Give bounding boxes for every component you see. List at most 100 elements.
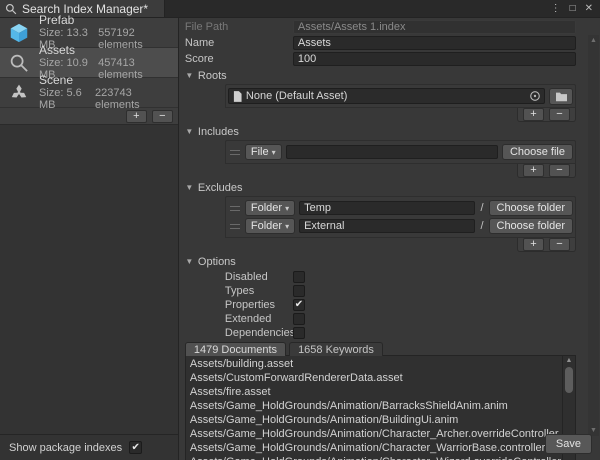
excludes-foldout[interactable]: ▼ Excludes bbox=[185, 180, 576, 195]
choose-folder-button[interactable]: Choose folder bbox=[489, 218, 574, 234]
choose-folder-button[interactable]: Choose folder bbox=[489, 200, 574, 216]
disabled-checkbox[interactable] bbox=[293, 271, 305, 283]
document-row[interactable]: Assets/Game_HoldGrounds/Animation/Charac… bbox=[186, 427, 561, 441]
scroll-up-icon[interactable]: ▲ bbox=[590, 37, 597, 44]
exclude-row: Folder ▾ / Choose folder bbox=[228, 199, 573, 217]
exclude-type-dropdown[interactable]: Folder ▾ bbox=[245, 218, 295, 234]
drag-handle-icon[interactable] bbox=[230, 224, 240, 229]
folder-icon bbox=[555, 91, 568, 102]
score-field[interactable] bbox=[293, 52, 576, 66]
option-label: Dependencies bbox=[225, 327, 293, 339]
document-row[interactable]: Assets/Game_HoldGrounds/Animation/Charac… bbox=[186, 455, 561, 460]
prefab-cube-icon bbox=[7, 21, 31, 45]
excludes-footer: + − bbox=[185, 238, 576, 252]
panel-footer: Save bbox=[545, 434, 592, 454]
panel-scrollbar[interactable]: ▲ ▼ bbox=[588, 35, 599, 436]
excludes-list: Folder ▾ / Choose folder Folder ▾ / Choo bbox=[225, 196, 576, 238]
sidebar-item-scene[interactable]: Scene Size: 5.6 MB 223743 elements bbox=[0, 78, 178, 108]
chevron-down-icon: ▾ bbox=[272, 148, 276, 157]
window-menu-icon[interactable]: ⋮ bbox=[551, 4, 561, 14]
exclude-type-dropdown[interactable]: Folder ▾ bbox=[245, 200, 295, 216]
show-package-indexes-checkbox[interactable]: ✔ bbox=[129, 441, 142, 454]
remove-exclude-button[interactable]: − bbox=[549, 238, 570, 251]
root-object-field[interactable]: None (Default Asset) bbox=[228, 88, 545, 104]
document-row[interactable]: Assets/building.asset bbox=[186, 357, 561, 371]
close-icon[interactable]: ✕ bbox=[585, 4, 593, 14]
add-include-button[interactable]: + bbox=[523, 164, 544, 177]
choose-file-button[interactable]: Choose file bbox=[502, 144, 573, 160]
document-row[interactable]: Assets/CustomForwardRendererData.asset bbox=[186, 371, 561, 385]
includes-list: File ▾ Choose file bbox=[225, 140, 576, 164]
document-row[interactable]: Assets/Game_HoldGrounds/Animation/Charac… bbox=[186, 441, 561, 455]
document-row[interactable]: Assets/Game_HoldGrounds/Animation/Buildi… bbox=[186, 413, 561, 427]
types-checkbox[interactable] bbox=[293, 285, 305, 297]
remove-include-button[interactable]: − bbox=[549, 164, 570, 177]
sidebar-empty-area bbox=[0, 125, 178, 434]
include-row: File ▾ Choose file bbox=[228, 143, 573, 161]
exclude-type-value: Folder bbox=[251, 220, 282, 232]
excludes-title: Excludes bbox=[198, 182, 243, 194]
extended-checkbox[interactable] bbox=[293, 313, 305, 325]
add-index-button[interactable]: + bbox=[126, 110, 147, 123]
file-path-field bbox=[293, 20, 576, 34]
maximize-icon[interactable]: □ bbox=[570, 4, 576, 14]
properties-checkbox[interactable]: ✔ bbox=[293, 299, 305, 311]
dependencies-checkbox[interactable] bbox=[293, 327, 305, 339]
add-root-button[interactable]: + bbox=[523, 108, 544, 121]
drag-handle-icon[interactable] bbox=[230, 150, 240, 155]
root-object-value: None (Default Asset) bbox=[246, 90, 348, 102]
roots-foldout[interactable]: ▼ Roots bbox=[185, 68, 576, 83]
remove-index-button[interactable]: − bbox=[152, 110, 173, 123]
include-path-field[interactable] bbox=[286, 145, 498, 159]
sidebar-footer: Show package indexes ✔ bbox=[0, 434, 178, 460]
search-index-icon bbox=[7, 51, 31, 75]
include-type-value: File bbox=[251, 146, 269, 158]
score-row: Score bbox=[185, 52, 576, 66]
tab-documents[interactable]: 1479 Documents bbox=[185, 342, 286, 356]
search-index-manager-window: Search Index Manager* ⋮ □ ✕ Prefab bbox=[0, 0, 600, 460]
chevron-down-icon: ▾ bbox=[285, 204, 289, 213]
name-label: Name bbox=[185, 37, 293, 49]
remove-root-button[interactable]: − bbox=[549, 108, 570, 121]
index-name: Scene bbox=[39, 73, 73, 87]
option-row-dependencies: Dependencies bbox=[185, 326, 576, 339]
scrollbar-thumb[interactable] bbox=[565, 367, 573, 393]
documents-list: Assets/building.asset Assets/CustomForwa… bbox=[185, 355, 576, 460]
document-row[interactable]: Assets/Game_HoldGrounds/Animation/Barrac… bbox=[186, 399, 561, 413]
scroll-up-icon[interactable]: ▲ bbox=[566, 356, 573, 366]
root-row: None (Default Asset) bbox=[228, 87, 573, 105]
roots-footer: + − bbox=[185, 108, 576, 122]
includes-foldout[interactable]: ▼ Includes bbox=[185, 124, 576, 139]
exclude-path-field[interactable] bbox=[299, 201, 475, 215]
drag-handle-icon[interactable] bbox=[230, 206, 240, 211]
include-type-dropdown[interactable]: File ▾ bbox=[245, 144, 282, 160]
show-package-indexes-label: Show package indexes bbox=[9, 442, 122, 454]
includes-title: Includes bbox=[198, 126, 239, 138]
search-icon bbox=[5, 3, 17, 15]
options-foldout[interactable]: ▼ Options bbox=[185, 254, 576, 269]
tab-keywords[interactable]: 1658 Keywords bbox=[289, 342, 383, 356]
option-row-disabled: Disabled bbox=[185, 270, 576, 283]
results-tabs: 1479 Documents 1658 Keywords bbox=[185, 342, 576, 356]
file-path-row: File Path bbox=[185, 20, 576, 34]
add-exclude-button[interactable]: + bbox=[523, 238, 544, 251]
roots-list: None (Default Asset) bbox=[225, 84, 576, 108]
document-row[interactable]: Assets/fire.asset bbox=[186, 385, 561, 399]
foldout-arrow-icon: ▼ bbox=[185, 127, 194, 136]
exclude-path-field[interactable] bbox=[299, 219, 475, 233]
chevron-down-icon: ▾ bbox=[285, 222, 289, 231]
exclude-type-value: Folder bbox=[251, 202, 282, 214]
unity-scene-icon bbox=[7, 81, 31, 105]
includes-footer: + − bbox=[185, 164, 576, 178]
tab-bar-spacer bbox=[165, 0, 550, 17]
index-list-toolbar: + − bbox=[0, 108, 178, 125]
index-name: Prefab bbox=[39, 13, 74, 27]
object-picker-icon[interactable] bbox=[529, 90, 541, 102]
foldout-arrow-icon: ▼ bbox=[185, 183, 194, 192]
name-field[interactable] bbox=[293, 36, 576, 50]
roots-title: Roots bbox=[198, 70, 227, 82]
root-browse-folder-button[interactable] bbox=[549, 88, 573, 105]
index-settings-panel: File Path Name Score ▼ Roots bbox=[179, 18, 600, 460]
scroll-down-icon[interactable]: ▼ bbox=[590, 427, 597, 434]
save-button[interactable]: Save bbox=[545, 434, 592, 454]
